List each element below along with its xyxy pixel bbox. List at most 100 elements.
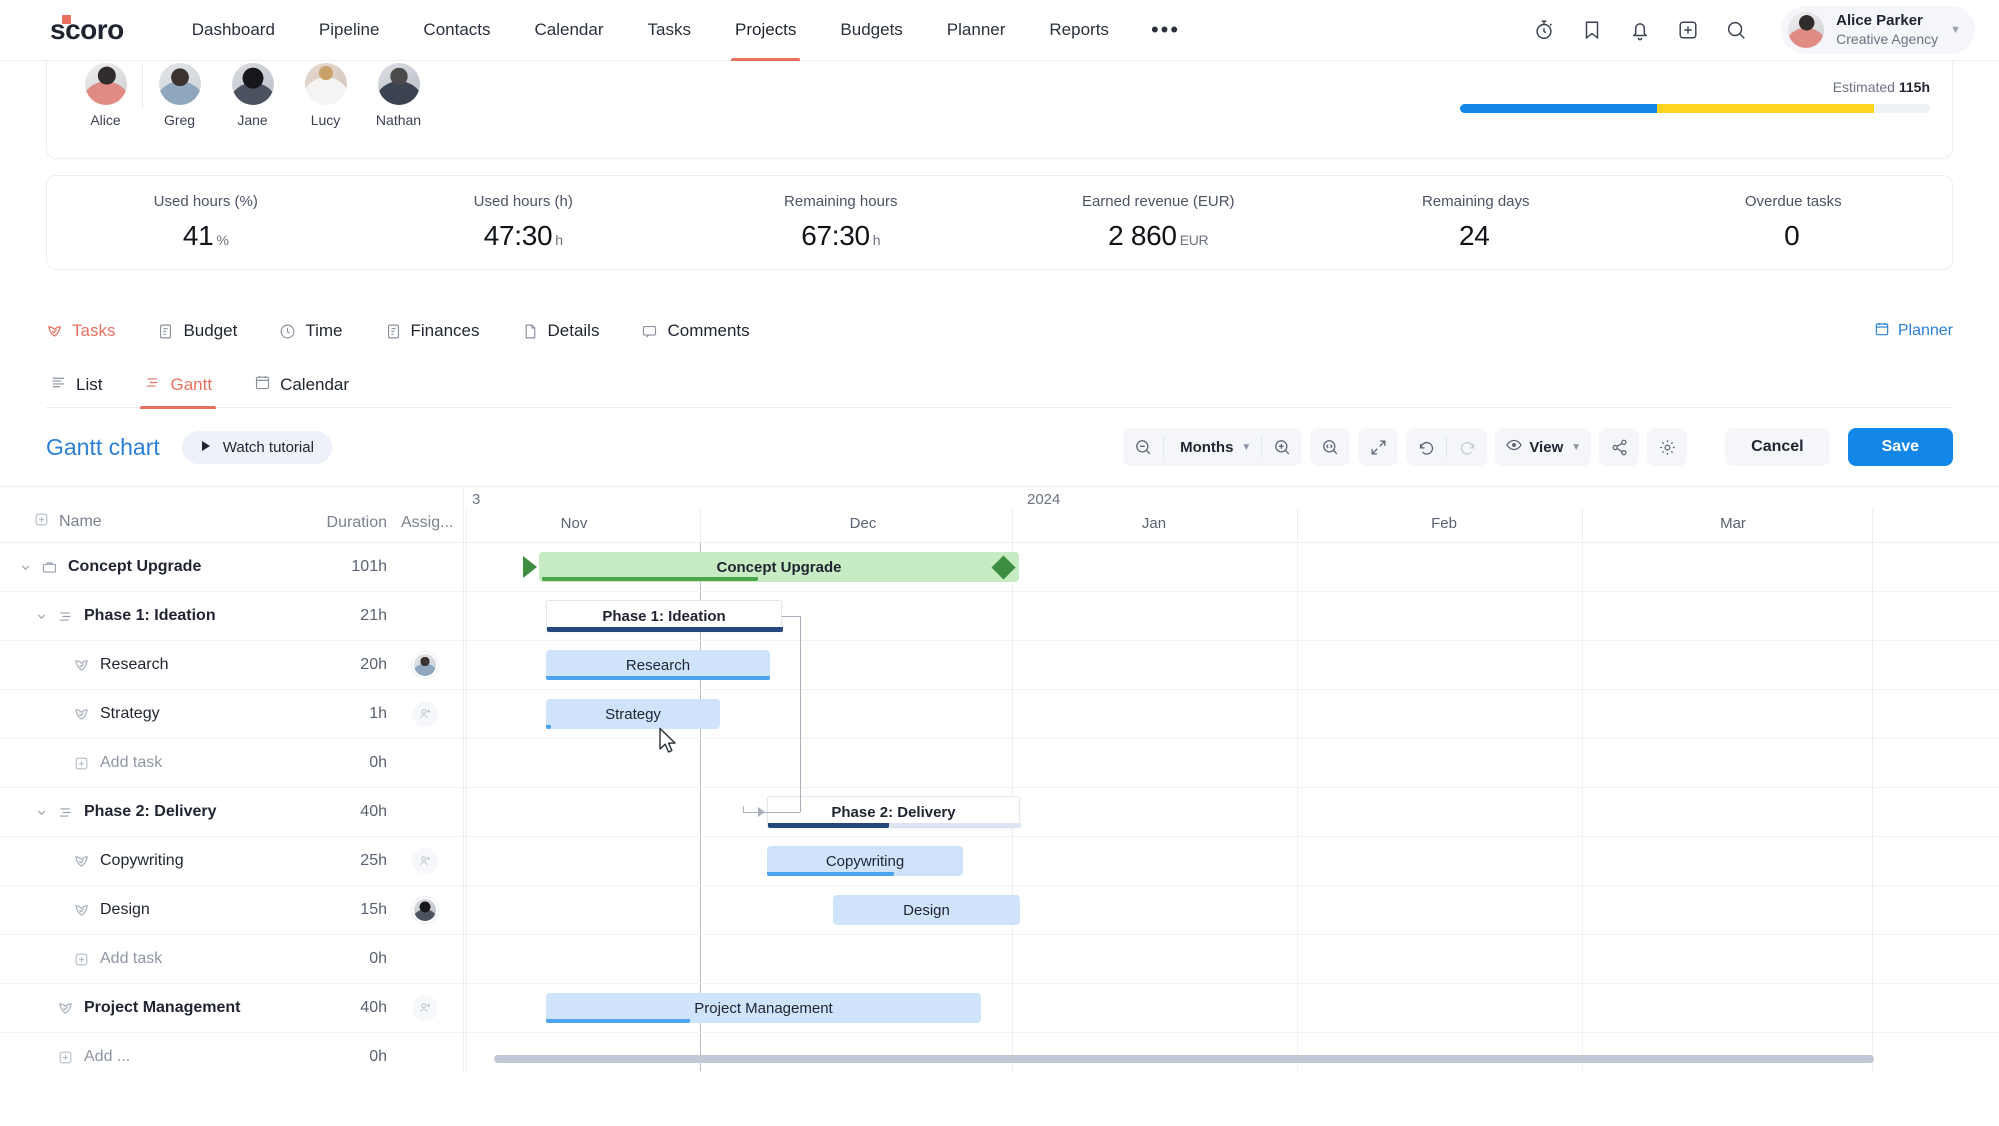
scrollbar-thumb[interactable] xyxy=(494,1055,1874,1063)
column-header-assignee[interactable]: Assig... xyxy=(387,514,463,532)
redo-icon[interactable] xyxy=(1447,428,1488,466)
tab-details[interactable]: Details xyxy=(522,321,599,341)
gantt-bar[interactable]: Concept Upgrade xyxy=(539,552,1019,582)
kpi-value: 2 860 EUR xyxy=(1000,220,1318,252)
add-assignee-icon[interactable] xyxy=(412,701,438,727)
watch-tutorial-button[interactable]: Watch tutorial xyxy=(181,430,332,464)
timeline-scale-dropdown[interactable]: Months ▼ xyxy=(1164,428,1262,466)
column-header-duration[interactable]: Duration xyxy=(291,514,387,532)
horizontal-scrollbar[interactable] xyxy=(464,1055,1991,1063)
team-member-nathan[interactable]: Nathan xyxy=(362,63,435,128)
save-button[interactable]: Save xyxy=(1847,428,1953,466)
view-tab-calendar[interactable]: Calendar xyxy=(250,362,353,408)
estimated-value: 115h xyxy=(1898,79,1930,95)
add-assignee-icon[interactable] xyxy=(412,848,438,874)
gantt-bar-label: Phase 1: Ideation xyxy=(602,607,726,625)
nav-label: Budgets xyxy=(840,20,903,39)
table-row[interactable]: Phase 2: Delivery 40h xyxy=(0,788,463,837)
timeline-header: 3 2024 Nov Dec Jan Feb Mar xyxy=(464,487,1999,543)
tab-time[interactable]: Time xyxy=(279,321,343,341)
row-assignee[interactable] xyxy=(387,995,463,1021)
gantt-chart-title[interactable]: Gantt chart xyxy=(46,434,160,461)
nav-item-reports[interactable]: Reports xyxy=(1027,0,1131,61)
team-member-lucy[interactable]: Lucy xyxy=(289,63,362,128)
zoom-fit-icon[interactable] xyxy=(1310,428,1351,466)
gantt-bar[interactable]: Copywriting xyxy=(767,846,963,876)
nav-item-budgets[interactable]: Budgets xyxy=(818,0,924,61)
zoom-in-icon[interactable] xyxy=(1262,428,1303,466)
nav-item-contacts[interactable]: Contacts xyxy=(401,0,512,61)
plus-square-icon[interactable] xyxy=(1675,17,1701,43)
gantt-bar[interactable]: Research xyxy=(546,650,770,680)
view-tab-gantt[interactable]: Gantt xyxy=(140,362,216,409)
gantt-bar[interactable]: Phase 1: Ideation xyxy=(546,600,783,632)
table-row[interactable]: Phase 1: Ideation 21h xyxy=(0,592,463,641)
row-assignee[interactable] xyxy=(387,652,463,678)
milestone-start-icon[interactable] xyxy=(523,556,537,578)
timer-icon[interactable] xyxy=(1531,17,1557,43)
gantt-bar[interactable]: Project Management xyxy=(546,993,981,1023)
user-menu[interactable]: Alice Parker Creative Agency ▼ xyxy=(1781,5,1975,55)
table-row[interactable]: Strategy 1h xyxy=(0,690,463,739)
tab-budget[interactable]: Budget xyxy=(157,321,237,341)
chevron-down-icon[interactable] xyxy=(30,610,52,623)
add-assignee-icon[interactable] xyxy=(412,995,438,1021)
row-assignee[interactable] xyxy=(387,701,463,727)
team-member-greg[interactable]: Greg xyxy=(143,63,216,128)
document-icon xyxy=(522,323,539,340)
row-assignee[interactable] xyxy=(387,848,463,874)
team-member-alice[interactable]: Alice xyxy=(69,63,142,128)
avatar[interactable] xyxy=(412,652,438,678)
timeline-rowline xyxy=(464,885,1999,886)
row-name-cell: Add task xyxy=(0,950,291,968)
timeline-year-label: 2024 xyxy=(1027,491,1061,508)
table-row[interactable]: Add task 0h xyxy=(0,739,463,788)
tab-tasks[interactable]: Tasks xyxy=(46,321,115,341)
fullscreen-icon[interactable] xyxy=(1358,428,1399,466)
table-row[interactable]: Copywriting 25h xyxy=(0,837,463,886)
view-dropdown[interactable]: View ▼ xyxy=(1495,428,1592,466)
table-row[interactable]: Design 15h xyxy=(0,886,463,935)
tab-finances[interactable]: Finances xyxy=(385,321,480,341)
plus-square-icon[interactable] xyxy=(34,512,49,532)
row-name-label: Add ... xyxy=(84,1048,131,1065)
table-row[interactable]: Concept Upgrade 101h xyxy=(0,543,463,592)
nav-item-dashboard[interactable]: Dashboard xyxy=(170,0,297,61)
gantt-bar-label: Design xyxy=(903,901,950,919)
table-row[interactable]: Add ... 0h xyxy=(0,1033,463,1071)
table-row[interactable]: Research 20h xyxy=(0,641,463,690)
estimated-text: Estimated xyxy=(1832,79,1895,95)
bookmark-icon[interactable] xyxy=(1579,17,1605,43)
chevron-down-icon[interactable] xyxy=(14,561,36,574)
view-tab-list[interactable]: List xyxy=(46,362,106,408)
cancel-button[interactable]: Cancel xyxy=(1725,428,1830,466)
gantt-bar[interactable]: Strategy xyxy=(546,699,720,729)
table-row[interactable]: Project Management 40h xyxy=(0,984,463,1033)
tab-comments[interactable]: Comments xyxy=(641,321,750,341)
avatar[interactable] xyxy=(412,897,438,923)
undo-icon[interactable] xyxy=(1406,428,1447,466)
chevron-down-icon[interactable] xyxy=(30,806,52,819)
table-row[interactable]: Add task 0h xyxy=(0,935,463,984)
nav-item-pipeline[interactable]: Pipeline xyxy=(297,0,402,61)
gear-icon[interactable] xyxy=(1647,428,1688,466)
nav-overflow-button[interactable]: ••• xyxy=(1131,17,1200,43)
nav-item-calendar[interactable]: Calendar xyxy=(513,0,626,61)
gantt-bar-label: Concept Upgrade xyxy=(716,558,842,576)
bell-icon[interactable] xyxy=(1627,17,1653,43)
scoro-logo[interactable]: scoro xyxy=(50,14,124,46)
team-member-jane[interactable]: Jane xyxy=(216,63,289,128)
timeline-header-gridline xyxy=(1872,509,1873,542)
search-icon[interactable] xyxy=(1723,17,1749,43)
timeline-header-gridline xyxy=(466,509,467,542)
nav-item-projects[interactable]: Projects xyxy=(713,0,818,61)
row-assignee[interactable] xyxy=(387,897,463,923)
avatar xyxy=(377,63,420,105)
share-icon[interactable] xyxy=(1599,428,1640,466)
zoom-out-icon[interactable] xyxy=(1123,428,1164,466)
planner-link[interactable]: Planner xyxy=(1874,321,1953,342)
nav-item-tasks[interactable]: Tasks xyxy=(626,0,713,61)
nav-item-planner[interactable]: Planner xyxy=(925,0,1028,61)
gantt-bar[interactable]: Design xyxy=(833,895,1020,925)
gantt-bar[interactable]: Phase 2: Delivery xyxy=(767,796,1021,828)
